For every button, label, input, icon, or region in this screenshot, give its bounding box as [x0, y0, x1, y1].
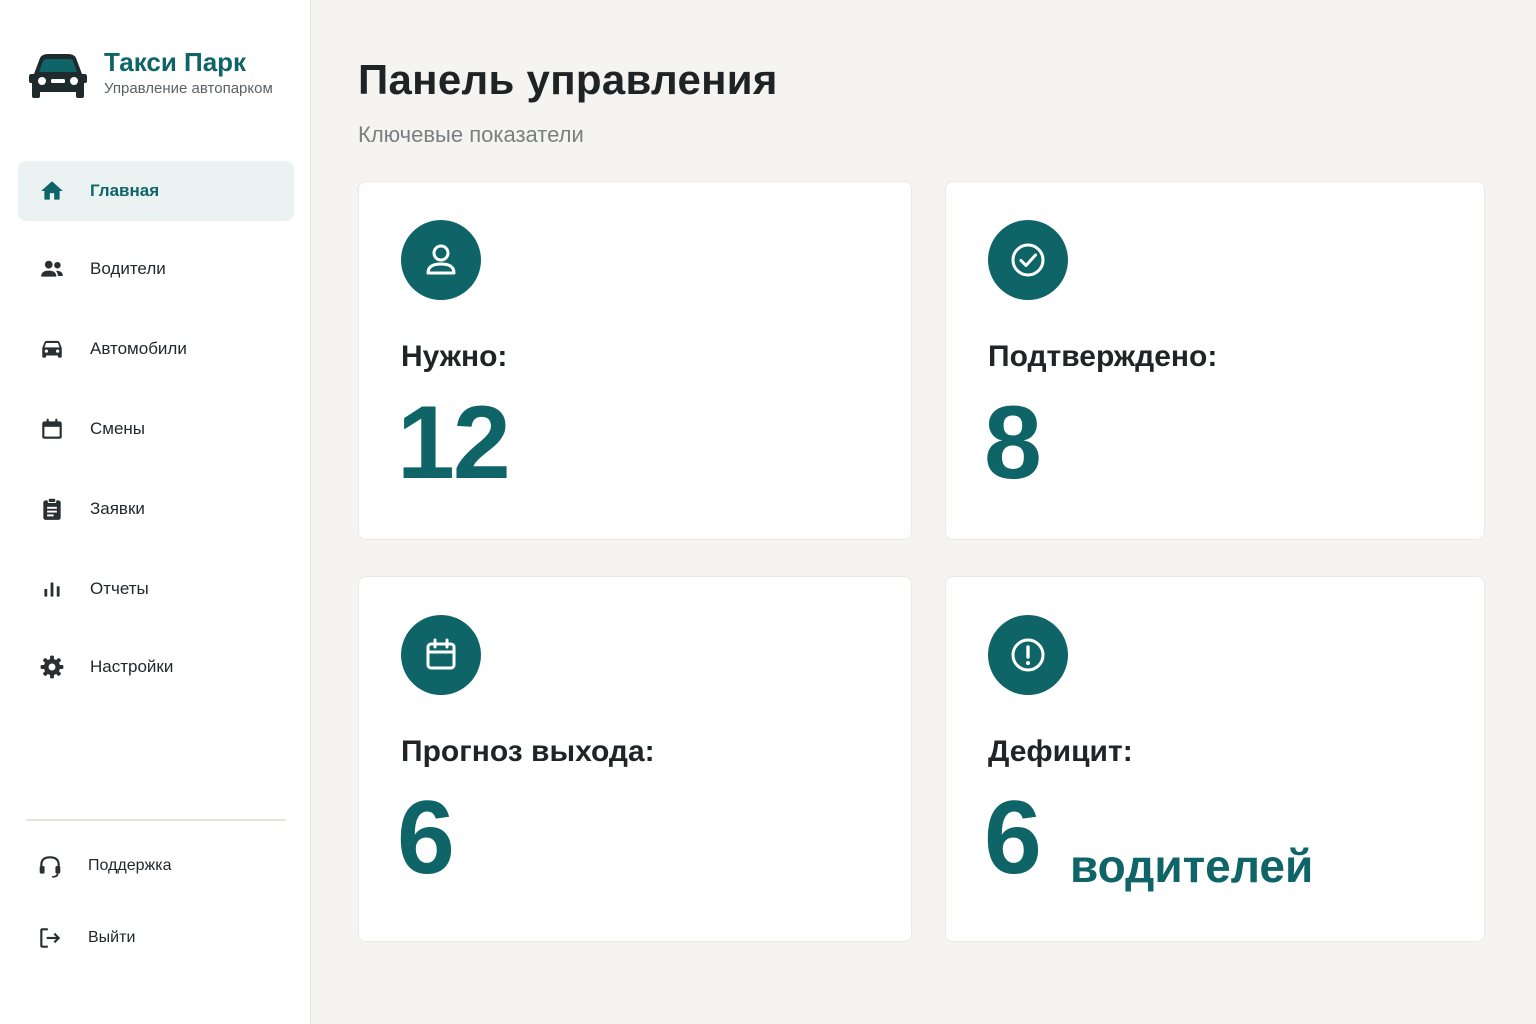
sidebar-item-label: Главная: [90, 181, 160, 200]
brand[interactable]: Такси Парк Управление автопарком: [28, 46, 273, 106]
sidebar-item-label: Настройки: [90, 657, 174, 676]
page-title: Панель управления: [358, 56, 778, 103]
metric-unit: водителей: [1070, 840, 1314, 892]
metric-value: 8: [984, 385, 1042, 501]
sidebar-item-cars[interactable]: Автомобили: [18, 319, 294, 379]
metric-label: Прогноз выхода:: [401, 735, 655, 768]
sidebar-item-reports[interactable]: Отчеты: [18, 559, 294, 619]
sidebar-item-label: Автомобили: [90, 339, 187, 358]
logout-button[interactable]: Выйти: [36, 918, 135, 958]
bar-chart-icon: [38, 575, 66, 603]
logout-label: Выйти: [88, 929, 136, 946]
sidebar-item-settings[interactable]: Настройки: [18, 637, 294, 697]
sidebar-item-shifts[interactable]: Смены: [18, 399, 294, 459]
metric-card-forecast: Прогноз выхода: 6: [358, 576, 912, 942]
metric-label: Дефицит:: [988, 735, 1133, 768]
sidebar: Такси Парк Управление автопарком Главная: [0, 0, 311, 1024]
page-subtitle: Ключевые показатели: [358, 122, 584, 147]
metric-value: 12: [397, 385, 511, 501]
metric-value: 6: [397, 780, 455, 896]
taxi-car-logo-icon: [28, 50, 88, 106]
sidebar-divider: [26, 819, 286, 821]
calendar-icon: [38, 415, 66, 443]
app: Такси Парк Управление автопарком Главная: [0, 0, 1536, 1024]
home-icon: [38, 177, 66, 205]
metric-card-confirmed: Подтверждено: 8: [945, 181, 1485, 540]
gear-icon: [38, 653, 66, 681]
sidebar-item-label: Смены: [90, 419, 146, 438]
logout-icon: [36, 924, 64, 952]
brand-title: Такси Парк: [104, 47, 247, 77]
support-label: Поддержка: [88, 857, 172, 874]
metric-label: Нужно:: [401, 340, 508, 373]
sidebar-item-home[interactable]: Главная: [18, 161, 294, 221]
metric-card-needed: Нужно: 12: [358, 181, 912, 540]
clipboard-icon: [38, 495, 66, 523]
sidebar-item-drivers[interactable]: Водители: [18, 239, 294, 299]
user-icon: [401, 220, 481, 300]
sidebar-item-label: Отчеты: [90, 579, 149, 598]
check-circle-icon: [988, 220, 1068, 300]
headset-icon: [36, 852, 64, 880]
support-link[interactable]: Поддержка: [36, 846, 171, 886]
sidebar-item-label: Заявки: [90, 499, 145, 518]
alert-circle-icon: [988, 615, 1068, 695]
car-icon: [38, 335, 66, 363]
sidebar-item-label: Водители: [90, 259, 166, 278]
sidebar-item-requests[interactable]: Заявки: [18, 479, 294, 539]
metric-value: 6: [984, 780, 1042, 896]
calendar-icon: [401, 615, 481, 695]
people-icon: [38, 255, 66, 283]
metric-label: Подтверждено:: [988, 340, 1218, 373]
metric-card-deficit: Дефицит: 6 водителей: [945, 576, 1485, 942]
brand-subtitle: Управление автопарком: [104, 80, 273, 97]
